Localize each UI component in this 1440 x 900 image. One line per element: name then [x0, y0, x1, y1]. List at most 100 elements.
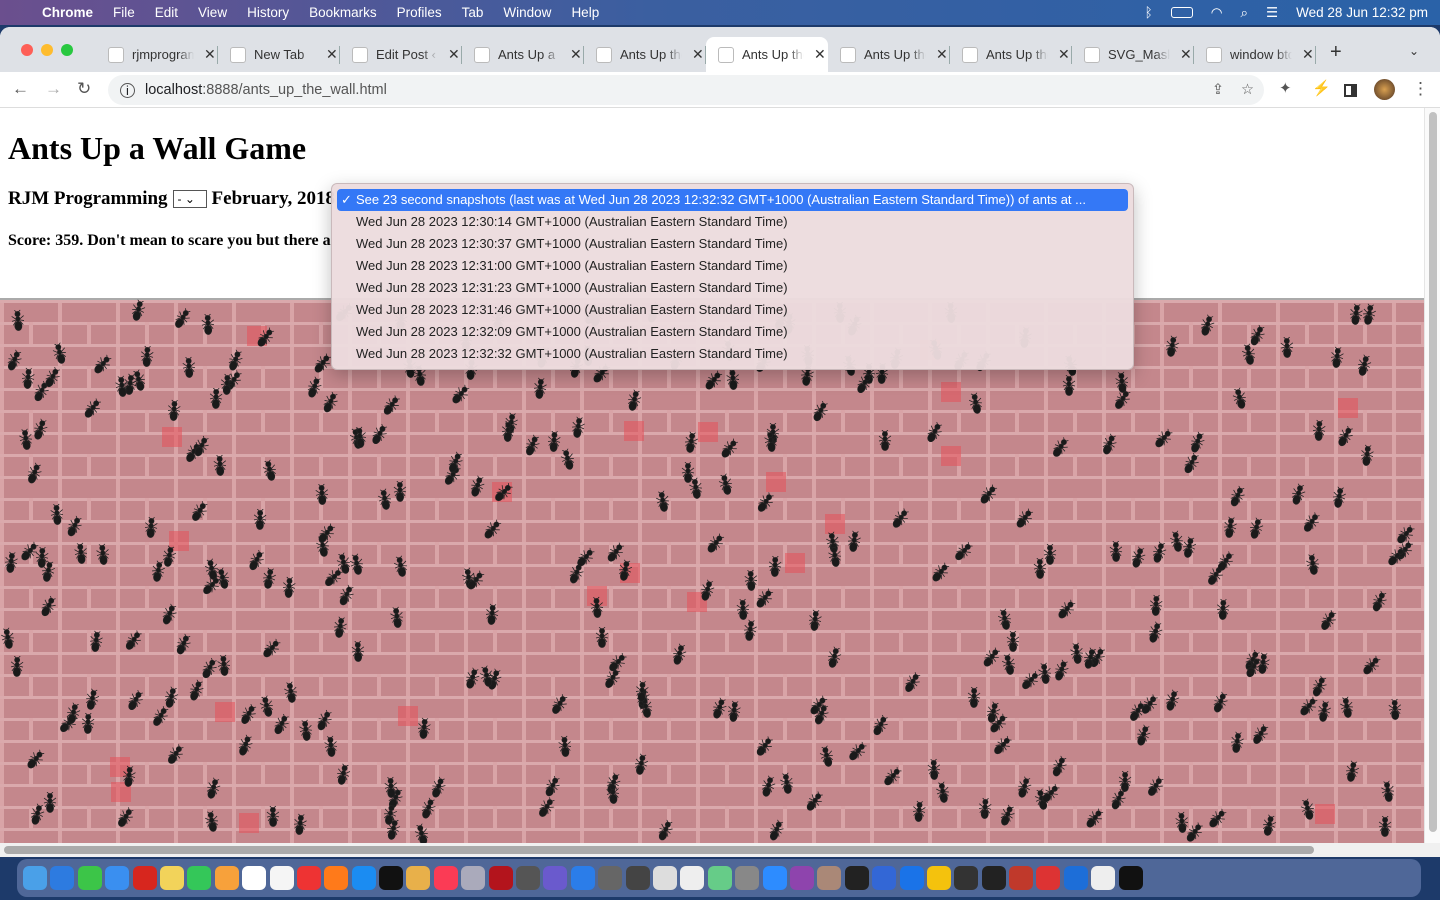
- dock-app-icon[interactable]: [159, 866, 184, 890]
- tab[interactable]: window btoa ✕: [1194, 37, 1316, 72]
- ant-icon[interactable]: [1304, 553, 1321, 577]
- dock-app-icon[interactable]: [461, 866, 486, 890]
- reload-button[interactable]: ↻: [77, 79, 91, 99]
- back-button[interactable]: ←: [12, 79, 29, 99]
- dock-app-icon[interactable]: [516, 866, 541, 890]
- tab[interactable]: Ants Up the ✕: [584, 37, 706, 72]
- menu-profiles[interactable]: Profiles: [397, 5, 442, 20]
- ant-icon[interactable]: [1378, 816, 1392, 838]
- ant-icon[interactable]: [557, 735, 573, 758]
- ant-icon[interactable]: [1006, 630, 1020, 652]
- ant-icon[interactable]: [20, 367, 36, 391]
- tab[interactable]: rjmprogramming ✕: [96, 37, 218, 72]
- ant-icon[interactable]: [87, 630, 104, 654]
- ant-icon[interactable]: [1280, 337, 1295, 359]
- vertical-scrollbar[interactable]: [1424, 108, 1440, 843]
- ant-icon[interactable]: [1388, 698, 1403, 722]
- ant-icon[interactable]: [767, 555, 782, 578]
- ant-icon[interactable]: [120, 765, 136, 789]
- ant-icon[interactable]: [878, 430, 892, 452]
- ant-icon[interactable]: [726, 700, 742, 723]
- close-tab-icon[interactable]: ✕: [1058, 46, 1070, 63]
- close-tab-icon[interactable]: ✕: [936, 46, 948, 63]
- tab[interactable]: Ants Up the ✕: [706, 37, 828, 72]
- close-tab-icon[interactable]: ✕: [570, 46, 582, 63]
- ant-icon[interactable]: [911, 800, 927, 824]
- close-tab-icon[interactable]: ✕: [448, 46, 460, 63]
- menu-history[interactable]: History: [247, 5, 289, 20]
- ant-icon[interactable]: [143, 516, 158, 539]
- dock-app-icon[interactable]: [488, 866, 513, 890]
- ant-icon[interactable]: [687, 477, 704, 502]
- dock-app-icon[interactable]: [1063, 866, 1088, 890]
- maximize-window-button[interactable]: [61, 44, 73, 56]
- tab[interactable]: Edit Post ‹ ✕: [340, 37, 462, 72]
- tab[interactable]: Ants Up the ✕: [950, 37, 1072, 72]
- dock-app-icon[interactable]: [433, 866, 458, 890]
- ant-icon[interactable]: [595, 626, 609, 649]
- ant-icon[interactable]: [292, 813, 309, 837]
- ant-icon[interactable]: [252, 508, 267, 531]
- ant-icon[interactable]: [265, 805, 279, 828]
- ant-icon[interactable]: [10, 309, 26, 332]
- dock-app-icon[interactable]: [77, 866, 102, 890]
- dock-app-icon[interactable]: [598, 866, 623, 890]
- new-tab-button[interactable]: +: [1330, 41, 1342, 64]
- dock-app-icon[interactable]: [899, 866, 924, 890]
- ant-icon[interactable]: [1338, 696, 1355, 720]
- ant-icon[interactable]: [744, 569, 759, 593]
- ant-icon[interactable]: [352, 426, 368, 450]
- ant-icon[interactable]: [1215, 598, 1230, 622]
- ant-icon[interactable]: [393, 480, 407, 503]
- ant-icon[interactable]: [1148, 594, 1163, 617]
- dock-app-icon[interactable]: [50, 866, 75, 890]
- ant-icon[interactable]: [1043, 544, 1057, 566]
- ant-icon[interactable]: [682, 431, 699, 455]
- dock-app-icon[interactable]: [789, 866, 814, 890]
- dock-app-icon[interactable]: [652, 866, 677, 890]
- ant-icon[interactable]: [484, 603, 500, 627]
- dock-app-icon[interactable]: [132, 866, 157, 890]
- dock-app-icon[interactable]: [981, 866, 1006, 890]
- menu-window[interactable]: Window: [503, 5, 551, 20]
- avatar[interactable]: [1374, 79, 1395, 100]
- ant-icon[interactable]: [1109, 540, 1123, 563]
- close-tab-icon[interactable]: ✕: [326, 46, 338, 63]
- ant-icon[interactable]: [323, 735, 339, 758]
- ant-icon[interactable]: [1311, 419, 1326, 443]
- dropdown-option[interactable]: Wed Jun 28 2023 12:31:46 GMT+1000 (Austr…: [332, 299, 1133, 321]
- dock-app-icon[interactable]: [296, 866, 321, 890]
- dock-app-icon[interactable]: [570, 866, 595, 890]
- ant-icon[interactable]: [605, 782, 621, 806]
- tab[interactable]: Ants Up a ✕: [462, 37, 584, 72]
- menu-tab[interactable]: Tab: [462, 5, 484, 20]
- bookmark-star-icon[interactable]: ☆: [1241, 82, 1254, 98]
- side-panel-icon[interactable]: [1344, 84, 1357, 97]
- ant-icon[interactable]: [807, 609, 823, 632]
- tab[interactable]: SVG_Mask ✕: [1072, 37, 1194, 72]
- ant-icon[interactable]: [216, 654, 232, 678]
- control-center-icon[interactable]: ☰: [1266, 5, 1278, 21]
- close-window-button[interactable]: [21, 44, 33, 56]
- menu-view[interactable]: View: [198, 5, 227, 20]
- dock-app-icon[interactable]: [926, 866, 951, 890]
- dock-app-icon[interactable]: [379, 866, 404, 890]
- ant-icon[interactable]: [43, 791, 57, 814]
- dock-app-icon[interactable]: [625, 866, 650, 890]
- dock-app-icon[interactable]: [242, 866, 267, 890]
- menu-bookmarks[interactable]: Bookmarks: [309, 5, 377, 20]
- ant-icon[interactable]: [501, 420, 516, 444]
- mini-select[interactable]: - ⌄: [172, 190, 207, 208]
- dock-app-icon[interactable]: [269, 866, 294, 890]
- brick-wall-game-area[interactable]: [0, 298, 1424, 843]
- ant-icon[interactable]: [140, 345, 155, 369]
- ant-icon[interactable]: [10, 656, 25, 678]
- ant-icon[interactable]: [735, 598, 750, 621]
- dock-app-icon[interactable]: [543, 866, 568, 890]
- ant-icon[interactable]: [383, 776, 398, 799]
- minimize-window-button[interactable]: [41, 44, 53, 56]
- battery-icon[interactable]: [1170, 7, 1193, 18]
- ant-icon[interactable]: [212, 454, 227, 478]
- dock-app-icon[interactable]: [1118, 866, 1143, 890]
- dropdown-option[interactable]: Wed Jun 28 2023 12:31:00 GMT+1000 (Austr…: [332, 255, 1133, 277]
